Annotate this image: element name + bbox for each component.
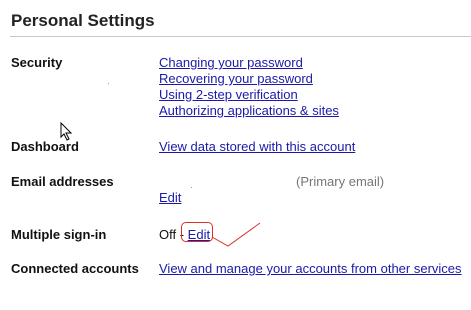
mouse-pointer-icon [60,122,73,141]
speck [191,187,192,188]
manage-connected-accounts-link[interactable]: View and manage your accounts from other… [159,261,462,276]
speck [108,83,109,84]
connected-accounts-label: Connected accounts [11,261,139,276]
